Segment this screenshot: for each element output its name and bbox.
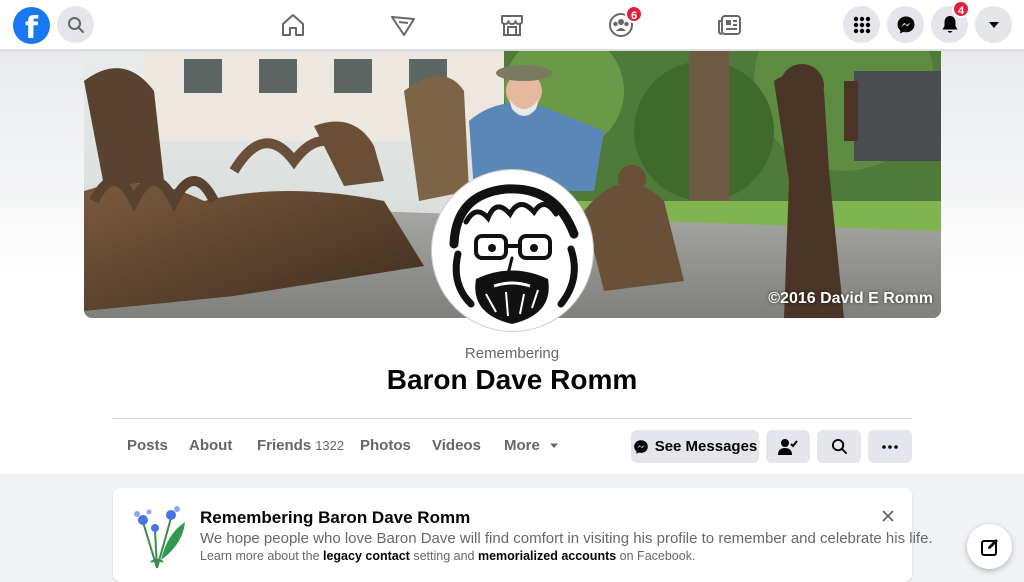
account-menu-button[interactable] <box>975 6 1012 43</box>
learn-prefix: Learn more about the <box>200 549 323 563</box>
notifications-badge: 4 <box>952 0 971 18</box>
nav-marketplace[interactable] <box>482 0 542 50</box>
groups-badge: 6 <box>625 5 644 23</box>
tab-about[interactable]: About <box>189 430 232 462</box>
memorial-learn-more: Learn more about the legacy contact sett… <box>200 549 695 563</box>
ellipsis-icon <box>882 444 898 449</box>
caret-down-icon <box>550 443 559 448</box>
see-messages-label: See Messages <box>654 438 758 455</box>
news-icon <box>718 15 741 35</box>
profile-picture[interactable] <box>432 170 593 331</box>
flower-icon <box>134 506 185 569</box>
see-messages-button[interactable]: See Messages <box>631 430 759 463</box>
tab-label: More <box>504 437 540 454</box>
tab-label: Posts <box>127 437 168 454</box>
profile-name: Baron Dave Romm <box>386 364 638 395</box>
profile-search-button[interactable] <box>817 430 861 463</box>
tab-friends[interactable]: Friends 1322 <box>257 430 344 462</box>
nav-groups[interactable]: 6 <box>591 0 651 50</box>
compose-icon <box>980 538 998 556</box>
bell-icon <box>942 15 957 33</box>
messenger-icon <box>897 16 914 33</box>
tab-videos[interactable]: Videos <box>432 430 481 462</box>
tab-more[interactable]: More <box>504 430 559 462</box>
tab-posts[interactable]: Posts <box>127 430 168 462</box>
watch-icon <box>391 16 415 36</box>
search-button[interactable] <box>57 6 94 43</box>
memorialized-accounts-link[interactable]: memorialized accounts <box>478 549 616 563</box>
memorial-close-button[interactable] <box>878 506 898 526</box>
tab-label: Friends <box>257 437 312 454</box>
friend-check-icon <box>778 438 798 455</box>
caret-down-icon <box>988 21 999 28</box>
menu-grid-icon <box>853 16 870 33</box>
home-icon <box>282 14 304 36</box>
top-navigation: f 6 4 <box>0 0 1024 50</box>
memorial-notice-card: Remembering Baron Dave Romm We hope peop… <box>113 488 933 582</box>
close-icon <box>882 510 894 522</box>
legacy-contact-link[interactable]: legacy contact <box>323 549 410 563</box>
friends-count: 1322 <box>315 438 345 453</box>
learn-suffix: on Facebook. <box>616 549 696 563</box>
notifications-button[interactable]: 4 <box>931 0 971 43</box>
messenger-button[interactable] <box>887 6 924 43</box>
learn-mid: setting and <box>409 549 478 563</box>
more-options-button[interactable] <box>868 430 912 463</box>
memorial-subtitle: We hope people who love Baron Dave will … <box>200 530 933 547</box>
remembering-label: Remembering <box>464 345 560 362</box>
new-message-button[interactable] <box>967 524 1012 569</box>
header-divider <box>112 418 912 419</box>
messenger-icon <box>633 439 648 454</box>
friends-status-button[interactable] <box>766 430 810 463</box>
cover-photo-credit: ©2016 David E Romm <box>768 290 933 307</box>
menu-button[interactable] <box>843 6 880 43</box>
search-icon <box>67 16 84 33</box>
nav-watch[interactable] <box>373 0 433 50</box>
facebook-logo-icon[interactable]: f <box>13 7 50 44</box>
nav-home[interactable] <box>263 0 323 50</box>
tab-photos[interactable]: Photos <box>360 430 411 462</box>
memorial-title: Remembering Baron Dave Romm <box>200 508 471 527</box>
nav-news[interactable] <box>700 0 760 50</box>
tab-label: Videos <box>432 437 481 454</box>
tab-label: Photos <box>360 437 411 454</box>
search-icon <box>831 438 847 455</box>
tab-label: About <box>189 437 233 454</box>
marketplace-icon <box>501 15 523 36</box>
